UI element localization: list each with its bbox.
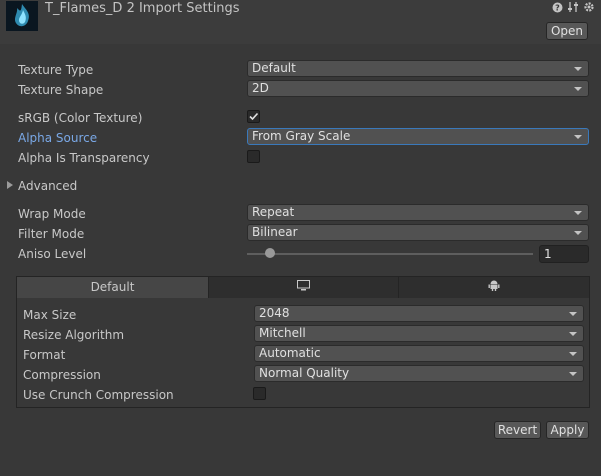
chevron-down-icon [569,352,577,356]
foldout-arrow-icon[interactable] [7,181,13,189]
window-title: T_Flames_D 2 Import Settings [45,1,240,16]
max-size-value: 2048 [259,306,290,320]
tab-standalone[interactable] [209,277,399,298]
tab-android[interactable] [399,277,589,298]
chevron-down-icon [574,67,582,71]
max-size-label: Max Size [23,308,77,322]
wrap-mode-dropdown[interactable]: Repeat [247,204,589,221]
chevron-down-icon [574,135,582,139]
chevron-down-icon [574,87,582,91]
texture-type-dropdown[interactable]: Default [247,60,589,77]
resize-algorithm-dropdown[interactable]: Mitchell [254,325,584,342]
use-crunch-label: Use Crunch Compression [23,388,174,402]
checkmark-icon [249,112,259,121]
advanced-foldout[interactable]: Advanced [18,179,77,193]
compression-value: Normal Quality [259,366,350,380]
aniso-level-input[interactable]: 1 [539,245,589,263]
alpha-is-transparency-label: Alpha Is Transparency [18,151,150,165]
aniso-slider-track[interactable] [247,253,533,255]
resize-algorithm-label: Resize Algorithm [23,328,125,342]
tab-default[interactable]: Default [17,277,209,298]
sliders-icon[interactable] [567,1,579,13]
texture-type-value: Default [252,61,296,75]
apply-button[interactable]: Apply [546,421,589,439]
platform-settings-panel: Default Max Size 2048 Resize Algorithm M… [16,276,590,408]
texture-type-label: Texture Type [18,63,94,77]
open-button[interactable]: Open [546,22,588,40]
alpha-is-transparency-checkbox[interactable] [247,150,260,163]
format-label: Format [23,348,66,362]
aniso-slider-thumb[interactable] [265,248,275,258]
texture-shape-dropdown[interactable]: 2D [247,80,589,97]
alpha-source-label: Alpha Source [18,131,98,145]
filter-mode-value: Bilinear [252,225,298,239]
alpha-source-dropdown[interactable]: From Gray Scale [247,128,589,145]
gear-icon[interactable] [583,1,595,13]
texture-shape-value: 2D [252,81,269,95]
chevron-down-icon [574,211,582,215]
android-icon [488,277,500,298]
texture-thumbnail [6,1,38,31]
filter-mode-label: Filter Mode [18,227,85,241]
srgb-checkbox[interactable] [247,110,260,123]
help-icon[interactable]: ? [551,1,563,13]
compression-dropdown[interactable]: Normal Quality [254,365,584,382]
aniso-level-label: Aniso Level [18,247,87,261]
chevron-down-icon [574,231,582,235]
texture-shape-label: Texture Shape [18,83,104,97]
revert-button[interactable]: Revert [494,421,541,439]
format-dropdown[interactable]: Automatic [254,345,584,362]
format-value: Automatic [259,346,321,360]
chevron-down-icon [569,312,577,316]
use-crunch-checkbox[interactable] [253,387,266,400]
monitor-icon [297,277,310,298]
chevron-down-icon [569,332,577,336]
srgb-label: sRGB (Color Texture) [18,111,143,125]
chevron-down-icon [569,372,577,376]
wrap-mode-value: Repeat [252,205,295,219]
wrap-mode-label: Wrap Mode [18,207,86,221]
compression-label: Compression [23,368,101,382]
filter-mode-dropdown[interactable]: Bilinear [247,224,589,241]
alpha-source-value: From Gray Scale [252,129,351,143]
tab-default-label: Default [90,280,135,294]
inspector-header: T_Flames_D 2 Import Settings ? Open [0,0,601,44]
max-size-dropdown[interactable]: 2048 [254,305,584,322]
svg-text:?: ? [555,3,560,12]
resize-algorithm-value: Mitchell [259,326,306,340]
